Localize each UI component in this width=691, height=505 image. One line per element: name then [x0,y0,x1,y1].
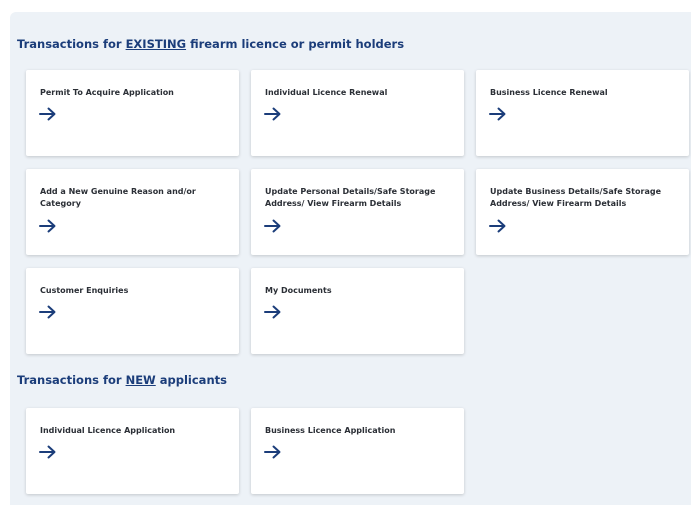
card-label: Business Licence Renewal [490,88,608,97]
existing-title-suffix: firearm licence or permit holders [186,37,405,51]
arrow-right-icon [264,107,282,121]
arrow-right-icon [39,219,57,233]
arrow-right-icon [264,445,282,459]
card-label: Customer Enquiries [40,286,129,295]
card-label: Individual Licence Renewal [265,88,388,97]
card-label: Update Personal Details/Safe Storage Add… [265,187,436,208]
card-label: Update Business Details/Safe Storage Add… [490,187,661,208]
arrow-right-icon [39,107,57,121]
new-title-suffix: applicants [155,373,227,387]
card-my-documents[interactable]: My Documents [251,268,464,354]
new-title-prefix: Transactions for [17,373,126,387]
existing-title-prefix: Transactions for [17,37,126,51]
card-update-personal-details[interactable]: Update Personal Details/Safe Storage Add… [251,169,464,255]
existing-title-emphasis: EXISTING [125,37,187,51]
card-individual-licence-renewal[interactable]: Individual Licence Renewal [251,70,464,156]
card-business-licence-application[interactable]: Business Licence Application [251,408,464,494]
arrow-right-icon [489,107,507,121]
card-individual-licence-application[interactable]: Individual Licence Application [26,408,239,494]
card-label: My Documents [265,286,332,295]
card-label: Permit To Acquire Application [40,88,174,97]
card-label: Business Licence Application [265,426,396,435]
card-label: Individual Licence Application [40,426,176,435]
arrow-right-icon [264,305,282,319]
card-update-business-details[interactable]: Update Business Details/Safe Storage Add… [476,169,689,255]
arrow-right-icon [264,219,282,233]
arrow-right-icon [489,219,507,233]
arrow-right-icon [39,445,57,459]
arrow-right-icon [39,305,57,319]
card-add-genuine-reason-category[interactable]: Add a New Genuine Reason and/or Category [26,169,239,255]
card-permit-to-acquire-application[interactable]: Permit To Acquire Application [26,70,239,156]
card-label: Add a New Genuine Reason and/or Category [40,187,196,208]
new-title-emphasis: NEW [125,373,156,387]
existing-section-title: Transactions for EXISTING firearm licenc… [17,37,404,51]
new-section-title: Transactions for NEW applicants [17,373,227,387]
card-customer-enquiries[interactable]: Customer Enquiries [26,268,239,354]
card-business-licence-renewal[interactable]: Business Licence Renewal [476,70,689,156]
